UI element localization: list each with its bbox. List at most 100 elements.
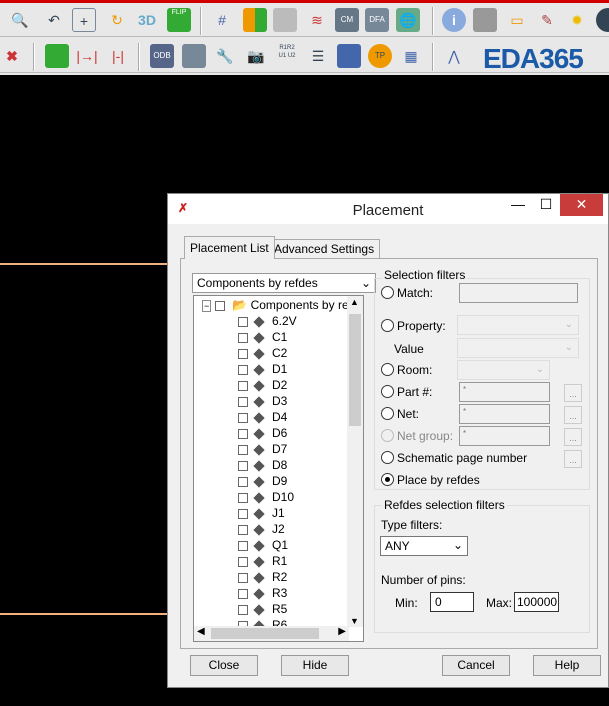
checkbox[interactable] — [238, 316, 248, 327]
checkbox[interactable] — [238, 332, 248, 343]
web-icon[interactable]: 🌐 — [396, 8, 420, 32]
checkbox[interactable] — [238, 524, 248, 535]
tool-icon[interactable]: 🔧 — [213, 44, 237, 68]
minimize-button[interactable]: — — [504, 194, 532, 216]
rename-icon[interactable]: R1R2 U1 U2 — [275, 44, 299, 68]
tree-item[interactable]: R2 — [238, 570, 287, 586]
zoom-out-icon[interactable]: 🔍 — [8, 8, 32, 32]
tree-item[interactable]: D7 — [238, 442, 287, 458]
flip-icon[interactable]: FLIP — [167, 8, 191, 32]
tree-item[interactable]: R3 — [238, 586, 287, 602]
tree-item[interactable]: J2 — [238, 522, 285, 538]
property-radio[interactable] — [381, 319, 394, 332]
place-by-refdes-radio[interactable] — [381, 473, 394, 486]
match-radio[interactable] — [381, 286, 394, 299]
color-icon[interactable] — [243, 8, 267, 32]
schematic-page-radio[interactable] — [381, 451, 394, 464]
close-window-button[interactable]: ✕ — [560, 194, 603, 216]
close-button[interactable]: Close — [190, 655, 258, 676]
placement-icon[interactable]: ▭ — [505, 8, 529, 32]
3d-view-icon[interactable]: 3D — [135, 8, 159, 32]
drc-icon[interactable] — [596, 8, 609, 32]
scroll-right-icon[interactable]: ▶ — [338, 626, 346, 637]
stack-icon[interactable] — [182, 44, 206, 68]
match-input[interactable] — [459, 283, 578, 303]
checkbox[interactable] — [238, 476, 248, 487]
checkbox[interactable] — [238, 380, 248, 391]
grid-icon[interactable]: # — [210, 8, 234, 32]
cross-section-icon[interactable]: ≋ — [305, 8, 329, 32]
tree-item[interactable]: C2 — [238, 346, 287, 362]
max-pins-input[interactable]: 100000 — [514, 592, 559, 612]
checkbox[interactable] — [238, 572, 248, 583]
checkbox[interactable] — [238, 540, 248, 551]
checkbox[interactable] — [238, 428, 248, 439]
testpoint-icon[interactable]: TP — [368, 44, 392, 68]
scroll-thumb-h[interactable] — [211, 628, 319, 639]
delete-icon[interactable]: ✖ — [0, 44, 24, 68]
tree-item[interactable]: 6.2V — [238, 314, 297, 330]
tree-item[interactable]: D6 — [238, 426, 287, 442]
tab-advanced-settings[interactable]: Advanced Settings — [268, 239, 381, 258]
value-select[interactable]: ⌄ — [457, 338, 579, 358]
checkbox[interactable] — [215, 300, 226, 311]
tree-root[interactable]: − 📂 Components by refdes — [202, 298, 363, 314]
cm-icon[interactable]: CM — [335, 8, 359, 32]
checkbox[interactable] — [238, 604, 248, 615]
collapse-icon[interactable]: − — [202, 300, 212, 312]
checkbox[interactable] — [238, 444, 248, 455]
vertical-scrollbar[interactable]: ▲ ▼ — [347, 296, 363, 627]
route-icon[interactable]: ⋀ — [442, 44, 466, 68]
scroll-left-icon[interactable]: ◀ — [197, 626, 205, 637]
checkbox[interactable] — [238, 508, 248, 519]
checkbox[interactable] — [238, 364, 248, 375]
horizontal-scrollbar[interactable]: ◀ ▶ — [194, 626, 349, 641]
scroll-up-icon[interactable]: ▲ — [350, 297, 359, 307]
part-input[interactable]: * — [459, 382, 550, 402]
help-button[interactable]: Help — [533, 655, 601, 676]
camera-icon[interactable]: 📷 — [244, 44, 268, 68]
scroll-down-icon[interactable]: ▼ — [350, 616, 359, 626]
tree-item[interactable]: D4 — [238, 410, 287, 426]
tree-item[interactable]: R5 — [238, 602, 287, 618]
dfa-icon[interactable]: DFA — [365, 8, 389, 32]
net-input[interactable]: * — [459, 404, 550, 424]
refresh-icon[interactable]: ↻ — [105, 8, 129, 32]
checkbox[interactable] — [238, 412, 248, 423]
odb-icon[interactable]: ODB — [150, 44, 174, 68]
part-browse-button[interactable]: ... — [564, 384, 582, 402]
room-radio[interactable] — [381, 363, 394, 376]
checkbox[interactable] — [238, 396, 248, 407]
tree-item[interactable]: D10 — [238, 490, 294, 506]
list-mode-select[interactable]: Components by refdes ⌄ — [192, 273, 376, 293]
text-icon[interactable]: ☰ — [306, 44, 330, 68]
checkbox[interactable] — [238, 460, 248, 471]
dimension-h-icon[interactable]: |→| — [75, 44, 99, 68]
matrix-icon[interactable] — [337, 44, 361, 68]
net-radio[interactable] — [381, 407, 394, 420]
scroll-thumb[interactable] — [349, 314, 361, 426]
add-component-icon[interactable] — [45, 44, 69, 68]
dimension-icon[interactable]: |-| — [106, 44, 130, 68]
tree-item[interactable]: D3 — [238, 394, 287, 410]
room-select[interactable]: ⌄ — [457, 360, 550, 380]
checkbox[interactable] — [238, 348, 248, 359]
tree-item[interactable]: D9 — [238, 474, 287, 490]
tree-item[interactable]: Q1 — [238, 538, 288, 554]
title-bar[interactable]: ✗ Placement — ☐ ✕ — [168, 194, 608, 224]
checkbox[interactable] — [238, 556, 248, 567]
tree-item[interactable]: D8 — [238, 458, 287, 474]
min-pins-input[interactable]: 0 — [430, 592, 474, 612]
lamp-icon[interactable]: ✹ — [565, 8, 589, 32]
net-browse-button[interactable]: ... — [564, 406, 582, 424]
tree-item[interactable]: D1 — [238, 362, 287, 378]
array-icon[interactable]: ▦ — [399, 44, 423, 68]
tree-item[interactable]: C1 — [238, 330, 287, 346]
info-icon[interactable]: i — [442, 8, 466, 32]
type-filter-select[interactable]: ANY ⌄ — [380, 536, 468, 556]
zoom-previous-icon[interactable]: ↶ — [42, 8, 66, 32]
tab-placement-list[interactable]: Placement List — [184, 236, 275, 259]
checkbox[interactable] — [238, 588, 248, 599]
layer-visibility-icon[interactable] — [273, 8, 297, 32]
tree-item[interactable]: R1 — [238, 554, 287, 570]
